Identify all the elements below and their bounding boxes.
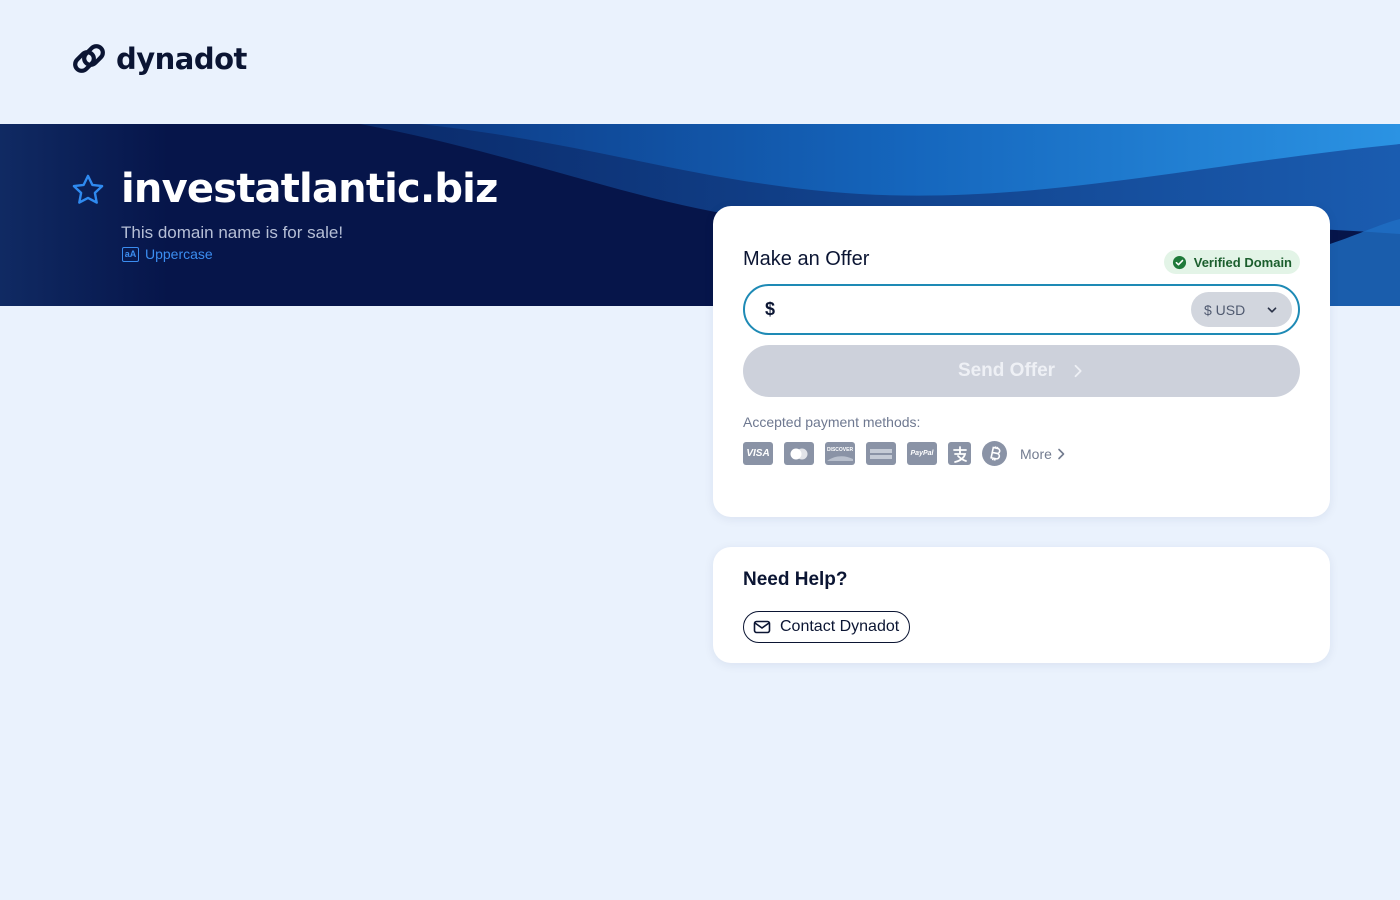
contact-dynadot-button[interactable]: Contact Dynadot bbox=[743, 611, 911, 643]
need-help-title: Need Help? bbox=[743, 569, 848, 590]
chevron-down-icon bbox=[1267, 306, 1277, 313]
bitcoin-icon bbox=[982, 441, 1007, 466]
payment-methods-row: VISA DISCOVER PayPal More bbox=[743, 441, 1066, 466]
mastercard-icon bbox=[784, 442, 814, 465]
offer-amount-field: $ $ USD bbox=[743, 284, 1300, 335]
link-chain-icon bbox=[73, 44, 105, 73]
american-express-icon bbox=[866, 442, 896, 465]
more-payment-methods-link[interactable]: More bbox=[1020, 446, 1066, 462]
domain-name-title: investatlantic.biz bbox=[121, 166, 498, 212]
check-circle-icon bbox=[1172, 255, 1186, 269]
currency-selected-value: $ USD bbox=[1204, 301, 1246, 318]
send-offer-button[interactable]: Send Offer bbox=[743, 345, 1300, 397]
site-header: dynadot bbox=[0, 0, 1400, 124]
make-offer-card: Make an Offer Verified Domain $ $ USD Se… bbox=[713, 206, 1330, 517]
uppercase-label: Uppercase bbox=[145, 246, 213, 262]
currency-select[interactable]: $ USD bbox=[1191, 292, 1292, 327]
uppercase-toggle-link[interactable]: aA Uppercase bbox=[122, 246, 213, 262]
contact-label: Contact Dynadot bbox=[780, 618, 900, 635]
send-offer-label: Send Offer bbox=[957, 360, 1056, 381]
currency-symbol: $ bbox=[765, 299, 776, 319]
verified-label: Verified Domain bbox=[1193, 254, 1292, 270]
chevron-right-icon bbox=[1058, 448, 1065, 459]
offer-amount-input[interactable] bbox=[789, 294, 1189, 326]
envelope-icon bbox=[753, 620, 771, 634]
discover-icon: DISCOVER bbox=[825, 442, 855, 465]
chevron-right-icon bbox=[1074, 364, 1082, 378]
verified-domain-badge: Verified Domain bbox=[1163, 250, 1300, 274]
logo-text: dynadot bbox=[116, 42, 247, 76]
text-case-icon: aA bbox=[122, 246, 139, 262]
paypal-icon: PayPal bbox=[907, 442, 937, 465]
need-help-card: Need Help? Contact Dynadot bbox=[713, 547, 1330, 663]
more-label: More bbox=[1020, 445, 1052, 462]
alipay-icon bbox=[948, 442, 971, 465]
for-sale-subtitle: This domain name is for sale! bbox=[121, 223, 344, 242]
offer-title: Make an Offer bbox=[743, 248, 870, 270]
visa-icon: VISA bbox=[743, 442, 773, 465]
favorite-star-icon[interactable] bbox=[70, 172, 106, 208]
payment-methods-label: Accepted payment methods: bbox=[743, 414, 921, 430]
dynadot-logo[interactable]: dynadot bbox=[70, 40, 247, 78]
